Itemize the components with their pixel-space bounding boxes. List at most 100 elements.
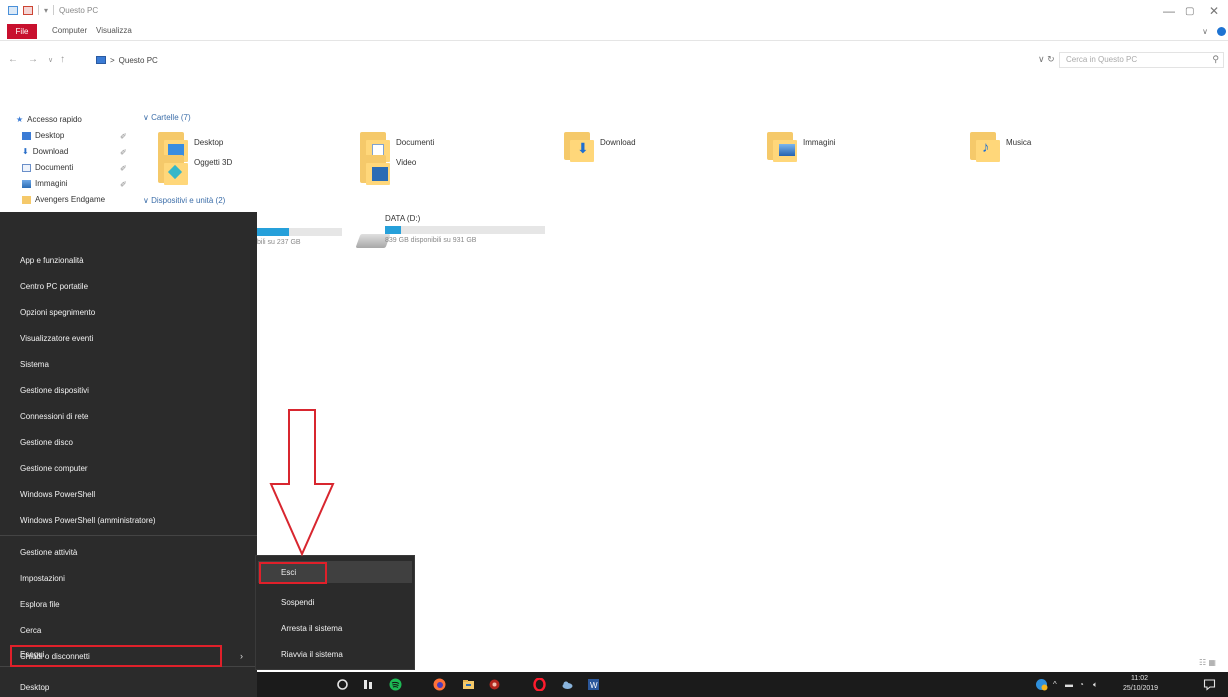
menu-item-sistema[interactable]: Sistema [20, 360, 49, 369]
network-globe-icon[interactable] [1035, 678, 1048, 691]
minimize-button[interactable]: — [1163, 4, 1175, 18]
menu-item-app-funzionalita[interactable]: App e funzionalità [20, 256, 84, 265]
firefox-icon[interactable] [433, 678, 446, 691]
file-explorer-icon[interactable] [462, 678, 475, 691]
nav-label: Documenti [35, 163, 74, 172]
refresh-icon[interactable]: ∨ ↻ [1038, 54, 1055, 65]
menu-item-centro-pc-portatile[interactable]: Centro PC portatile [20, 282, 88, 291]
menu-item-opzioni-spegnimento[interactable]: Opzioni spegnimento [20, 308, 95, 317]
address-bar[interactable]: > Questo PC [96, 53, 1016, 67]
spotify-icon[interactable] [389, 678, 402, 691]
notifications-icon[interactable] [1203, 678, 1216, 691]
nav-item-avengers-endgame[interactable]: Avengers Endgame [22, 195, 105, 204]
task-view-icon[interactable] [362, 678, 375, 691]
customize-toolbar-icon[interactable]: ▾ [44, 6, 48, 15]
menu-item-esplora-file[interactable]: Esplora file [20, 600, 60, 609]
maximize-button[interactable]: ▢ [1185, 6, 1194, 17]
nav-item-desktop[interactable]: Desktop [22, 131, 64, 140]
clock-date[interactable]: 25/10/2019 [1123, 685, 1158, 692]
nav-item-immagini[interactable]: Immagini [22, 179, 67, 188]
tab-visualizza[interactable]: Visualizza [96, 26, 132, 35]
menu-item-gestione-dispositivi[interactable]: Gestione dispositivi [20, 386, 89, 395]
download-icon: ⬇ [22, 147, 29, 156]
nav-item-documenti[interactable]: Documenti [22, 163, 73, 172]
window-title: Questo PC [59, 5, 99, 15]
folder-musica[interactable]: ♪ Musica [970, 130, 1031, 162]
battery-icon[interactable]: ▬ [1065, 680, 1073, 689]
forward-arrow-icon[interactable]: → [28, 54, 38, 65]
word-icon[interactable]: W [587, 678, 600, 691]
pin-icon[interactable]: ✐ [120, 164, 127, 173]
opera-icon[interactable] [533, 678, 546, 691]
view-toggle-icons[interactable]: ☷ ▦ [1199, 658, 1216, 667]
folder-icon [22, 195, 31, 204]
pin-icon[interactable]: ✐ [120, 132, 127, 141]
pictures-icon [22, 179, 31, 188]
nav-label: Download [32, 147, 69, 156]
pin-icon[interactable]: ✐ [120, 180, 127, 189]
group-title: Cartelle (7) [151, 113, 191, 122]
tab-file[interactable]: File [7, 24, 37, 39]
tab-computer[interactable]: Computer [52, 26, 87, 35]
pin-icon[interactable]: ✐ [120, 148, 127, 157]
folder-video[interactable]: Video [360, 150, 416, 185]
group-title: Dispositivi e unità (2) [151, 196, 226, 205]
recent-locations-icon[interactable]: ∨ [48, 56, 53, 64]
back-arrow-icon[interactable]: ← [8, 54, 18, 65]
folder-download[interactable]: ⬇ Download [564, 130, 636, 162]
submenu-item-sospendi[interactable]: Sospendi [281, 598, 314, 607]
toolbar-separator [38, 5, 39, 15]
down-arrow-annotation [269, 409, 335, 557]
folder-label: Documenti [396, 138, 435, 147]
submenu-item-arresta[interactable]: Arresta il sistema [281, 624, 342, 633]
cloud-icon[interactable] [561, 678, 574, 691]
up-arrow-icon[interactable]: ↑ [60, 54, 65, 65]
folder-oggetti-3d[interactable]: Oggetti 3D [158, 150, 232, 185]
menu-item-windows-powershell[interactable]: Windows PowerShell [20, 490, 95, 499]
menu-item-windows-powershell-admin[interactable]: Windows PowerShell (amministratore) [20, 516, 156, 525]
chevron-up-icon[interactable]: ^ [1053, 680, 1057, 689]
search-input[interactable]: Cerca in Questo PC ⚲ [1059, 52, 1224, 68]
music-folder-icon: ♪ [970, 130, 1000, 162]
expand-ribbon-icon[interactable]: ∨ [1202, 27, 1208, 36]
folder-label: Oggetti 3D [194, 158, 233, 167]
help-icon[interactable] [1217, 27, 1226, 36]
breadcrumb-separator: > [110, 55, 115, 65]
nav-quick-access[interactable]: ★ Accesso rapido [16, 115, 82, 124]
menu-item-visualizzatore-eventi[interactable]: Visualizzatore eventi [20, 334, 93, 343]
properties-icon[interactable] [8, 5, 18, 15]
download-folder-icon: ⬇ [564, 130, 594, 162]
collapse-chevron-icon: ∨ [143, 196, 152, 205]
game-icon[interactable] [488, 678, 501, 691]
svg-text:W: W [590, 681, 598, 690]
search-placeholder: Cerca in Questo PC [1066, 55, 1138, 64]
submenu-item-riavvia[interactable]: Riavvia il sistema [281, 650, 343, 659]
wifi-icon[interactable]: ◔ [1079, 680, 1084, 689]
search-icon: ⚲ [1212, 54, 1219, 64]
menu-item-impostazioni[interactable]: Impostazioni [20, 574, 65, 583]
menu-item-cerca[interactable]: Cerca [20, 626, 41, 635]
drives-group-header[interactable]: ∨ Dispositivi e unità (2) [143, 196, 225, 205]
menu-item-gestione-disco[interactable]: Gestione disco [20, 438, 73, 447]
folders-group-header[interactable]: ∨ Cartelle (7) [143, 113, 191, 122]
menu-item-gestione-computer[interactable]: Gestione computer [20, 464, 88, 473]
video-folder-icon [360, 153, 390, 185]
drive-c[interactable]: bili su 237 GB [257, 215, 342, 246]
menu-item-chiudi-disconnetti[interactable]: Chiudi o disconnetti [20, 652, 90, 661]
folder-label: Video [396, 158, 417, 167]
menu-item-connessioni-rete[interactable]: Connessioni di rete [20, 412, 88, 421]
new-folder-icon[interactable] [23, 5, 33, 15]
speaker-icon[interactable]: 🔈︎ [1093, 680, 1098, 690]
folder-immagini[interactable]: Immagini [767, 130, 835, 162]
nav-item-download[interactable]: ⬇ Download [22, 147, 68, 156]
clock-time[interactable]: 11:02 [1131, 675, 1148, 682]
shutdown-submenu: Esci Sospendi Arresta il sistema Riavvia… [255, 555, 415, 670]
drive-d[interactable]: DATA (D:) 839 GB disponibili su 931 GB [385, 214, 545, 244]
submenu-item-esci[interactable]: Esci [281, 568, 296, 577]
close-button[interactable]: ✕ [1209, 4, 1219, 18]
cortana-icon[interactable] [336, 678, 349, 691]
menu-item-desktop[interactable]: Desktop [20, 683, 49, 692]
menu-item-gestione-attivita[interactable]: Gestione attività [20, 548, 77, 557]
breadcrumb-item[interactable]: Questo PC [119, 56, 158, 65]
chevron-right-icon: › [240, 651, 243, 661]
